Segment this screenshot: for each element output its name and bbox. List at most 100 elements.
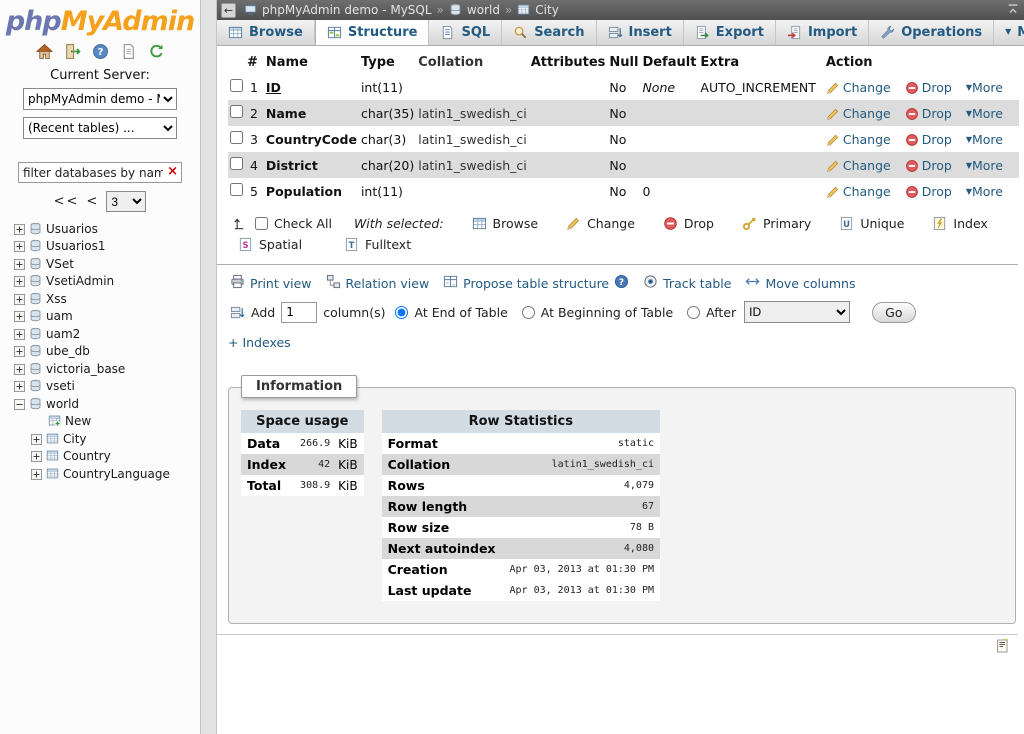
- go-button[interactable]: Go: [872, 302, 915, 323]
- row-checkbox[interactable]: [230, 131, 243, 144]
- expand-icon[interactable]: [14, 379, 25, 393]
- panel-resize-handle[interactable]: [200, 0, 217, 734]
- expand-icon[interactable]: [14, 257, 25, 271]
- row-checkbox[interactable]: [230, 79, 243, 92]
- after-column-select[interactable]: ID: [744, 301, 850, 323]
- relation-view-link[interactable]: Relation view: [326, 274, 430, 292]
- expand-icon[interactable]: [31, 467, 42, 481]
- sidebar-item-vseti[interactable]: vseti: [0, 378, 200, 396]
- home-icon[interactable]: [36, 43, 53, 63]
- drop-link[interactable]: Drop: [905, 80, 952, 95]
- tab-search[interactable]: Search: [502, 20, 596, 45]
- print-view-link[interactable]: Print view: [230, 274, 312, 292]
- expand-icon[interactable]: [14, 327, 25, 341]
- sidebar-item-vsetiadmin[interactable]: VsetiAdmin: [0, 273, 200, 291]
- sidebar-item-uam2[interactable]: uam2: [0, 325, 200, 343]
- collapse-icon[interactable]: [14, 397, 25, 411]
- row-checkbox[interactable]: [230, 157, 243, 170]
- change-link[interactable]: Change: [826, 184, 891, 199]
- radio-at-beginning-label[interactable]: At Beginning of Table: [541, 305, 673, 320]
- radio-at-end[interactable]: [395, 306, 408, 319]
- breadcrumb-database[interactable]: world: [467, 3, 500, 17]
- with-selected-primary[interactable]: Primary: [742, 216, 811, 231]
- help-icon[interactable]: ?: [614, 274, 629, 292]
- docs-icon[interactable]: [120, 43, 137, 63]
- expand-icon[interactable]: [31, 449, 42, 463]
- tab-sql[interactable]: SQL: [429, 20, 502, 45]
- server-select[interactable]: phpMyAdmin demo - My: [23, 88, 177, 110]
- reload-icon[interactable]: [148, 43, 165, 63]
- tab-operations[interactable]: Operations: [869, 20, 994, 45]
- with-selected-drop[interactable]: Drop: [663, 216, 714, 231]
- expand-icon[interactable]: [14, 292, 25, 306]
- sidebar-item-usuarios[interactable]: Usuarios: [0, 220, 200, 238]
- expand-icon[interactable]: [14, 222, 25, 236]
- add-count-input[interactable]: [281, 302, 317, 323]
- change-link[interactable]: Change: [826, 80, 891, 95]
- sidebar-item-xss[interactable]: Xss: [0, 290, 200, 308]
- clear-filter-icon[interactable]: ×: [167, 164, 178, 179]
- with-selected-fulltext[interactable]: TFulltext: [344, 237, 411, 252]
- expand-icon[interactable]: [31, 432, 42, 446]
- tab-insert[interactable]: Insert: [597, 20, 684, 45]
- sidebar-item-new[interactable]: New: [0, 413, 200, 431]
- page-select[interactable]: 3: [106, 191, 146, 212]
- help-icon[interactable]: ?: [92, 43, 109, 63]
- radio-at-end-label[interactable]: At End of Table: [414, 305, 507, 320]
- radio-after-label[interactable]: After: [706, 305, 736, 320]
- tab-structure[interactable]: Structure: [315, 20, 430, 45]
- more-link[interactable]: ▼More: [966, 80, 1003, 95]
- collapse-panel-icon[interactable]: [1006, 2, 1020, 19]
- propose-table-structure-link[interactable]: Propose table structure?: [443, 274, 629, 292]
- logout-icon[interactable]: [64, 43, 81, 63]
- breadcrumb-table[interactable]: City: [535, 3, 559, 17]
- more-link[interactable]: ▼More: [966, 184, 1003, 199]
- sidebar-item-uam[interactable]: uam: [0, 308, 200, 326]
- track-table-link[interactable]: Track table: [643, 274, 731, 292]
- with-selected-unique[interactable]: UUnique: [839, 216, 904, 231]
- more-link[interactable]: ▼More: [966, 132, 1003, 147]
- more-link[interactable]: ▼More: [966, 106, 1003, 121]
- check-all-label[interactable]: Check All: [274, 216, 332, 231]
- with-selected-spatial[interactable]: SSpatial: [238, 237, 302, 252]
- sidebar-item-vset[interactable]: VSet: [0, 255, 200, 273]
- breadcrumb-server[interactable]: phpMyAdmin demo - MySQL: [262, 3, 432, 17]
- sidebar-item-victoria-base[interactable]: victoria_base: [0, 360, 200, 378]
- expand-icon[interactable]: [14, 344, 25, 358]
- recent-tables-select[interactable]: (Recent tables) ...: [23, 117, 177, 139]
- more-link[interactable]: ▼More: [966, 158, 1003, 173]
- open-new-window-icon[interactable]: [994, 639, 1010, 658]
- sidebar-item-country[interactable]: Country: [0, 448, 200, 466]
- tab-more[interactable]: ▼More: [994, 20, 1024, 45]
- indexes-link[interactable]: + Indexes: [228, 335, 291, 350]
- tab-browse[interactable]: Browse: [217, 20, 315, 45]
- radio-at-beginning[interactable]: [522, 306, 535, 319]
- with-selected-browse[interactable]: Browse: [472, 216, 539, 231]
- expand-icon[interactable]: [14, 274, 25, 288]
- change-link[interactable]: Change: [826, 158, 891, 173]
- row-checkbox[interactable]: [230, 105, 243, 118]
- drop-link[interactable]: Drop: [905, 106, 952, 121]
- change-link[interactable]: Change: [826, 132, 891, 147]
- expand-icon[interactable]: [14, 362, 25, 376]
- back-button[interactable]: ←: [221, 3, 236, 18]
- drop-link[interactable]: Drop: [905, 158, 952, 173]
- move-columns-link[interactable]: Move columns: [745, 274, 855, 292]
- row-checkbox[interactable]: [230, 183, 243, 196]
- page-back[interactable]: <: [86, 194, 99, 209]
- check-all-checkbox[interactable]: [255, 217, 268, 230]
- drop-link[interactable]: Drop: [905, 132, 952, 147]
- sidebar-item-ube-db[interactable]: ube_db: [0, 343, 200, 361]
- filter-databases-input[interactable]: [18, 162, 182, 183]
- sidebar-item-city[interactable]: City: [0, 430, 200, 448]
- tab-export[interactable]: Export: [684, 20, 776, 45]
- tab-import[interactable]: Import: [776, 20, 869, 45]
- sidebar-item-world[interactable]: world: [0, 395, 200, 413]
- with-selected-change[interactable]: Change: [566, 216, 635, 231]
- expand-icon[interactable]: [14, 309, 25, 323]
- phpmyadmin-logo[interactable]: phpMyAdmin: [0, 0, 200, 37]
- page-fast-back[interactable]: <<: [54, 194, 80, 209]
- radio-after[interactable]: [687, 306, 700, 319]
- change-link[interactable]: Change: [826, 106, 891, 121]
- expand-icon[interactable]: [14, 239, 25, 253]
